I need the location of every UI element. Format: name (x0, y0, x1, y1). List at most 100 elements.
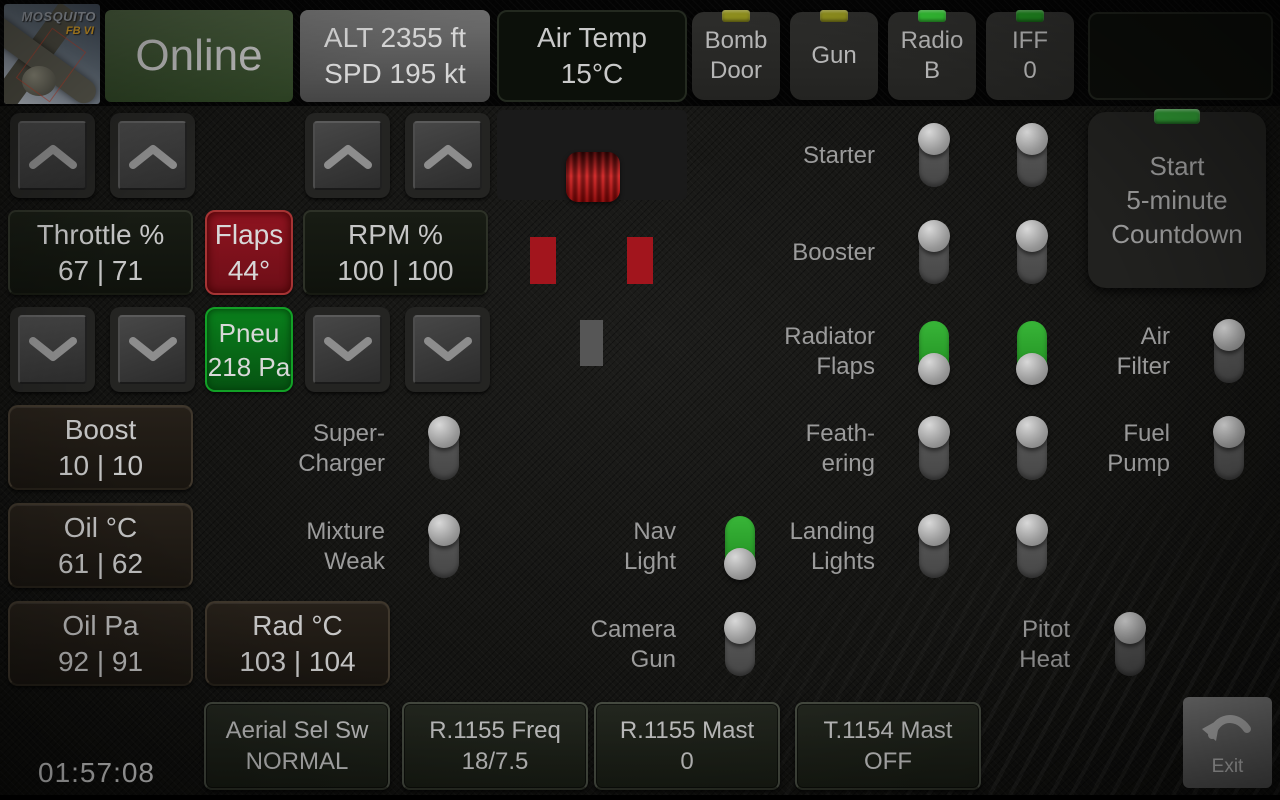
radiator-flaps-label: RadiatorFlaps (675, 322, 875, 382)
switch-knob (1114, 612, 1146, 644)
gun-indicator-light (820, 10, 848, 22)
t1154-mast-button[interactable]: T.1154 Mast OFF (795, 702, 981, 790)
oil-pressure-display[interactable]: Oil Pa 92 | 91 (8, 601, 193, 686)
spare-display-panel (1088, 12, 1273, 100)
starter-stbd-switch[interactable] (1017, 125, 1047, 187)
landing-lights-stbd-switch[interactable] (1017, 516, 1047, 578)
booster-stbd-switch[interactable] (1017, 222, 1047, 284)
switch-knob (918, 514, 950, 546)
air-filter-switch[interactable] (1214, 321, 1244, 383)
rpm-port-up-button[interactable] (305, 113, 390, 198)
gun-label: Gun (811, 41, 856, 71)
radio-button[interactable]: Radio B (888, 12, 976, 100)
booster-port-switch[interactable] (919, 222, 949, 284)
oil-temp-label: Oil °C (64, 510, 137, 546)
oil-temp-value: 61 | 62 (58, 546, 143, 582)
pitot-heat-label: PitotHeat (870, 615, 1070, 675)
rpm-stbd-up-button[interactable] (405, 113, 490, 198)
air-filter-label: AirFilter (970, 322, 1170, 382)
air-temp-label: Air Temp (537, 20, 647, 56)
radiator-flaps-stbd-switch[interactable] (1017, 321, 1047, 383)
boost-display[interactable]: Boost 10 | 10 (8, 405, 193, 490)
r1155-freq-button[interactable]: R.1155 Freq 18/7.5 (402, 702, 588, 790)
radio-label: Radio (901, 26, 964, 56)
pneu-label: Pneu (219, 316, 280, 350)
chevron-down-icon (313, 315, 382, 384)
chevron-down-icon (18, 315, 87, 384)
camera-gun-label: CameraGun (476, 615, 676, 675)
throttle-stbd-down-button[interactable] (110, 307, 195, 392)
online-status-button[interactable]: Online (105, 10, 293, 102)
stbd-warning-bar (627, 237, 653, 284)
air-temp-value: 15°C (561, 56, 624, 92)
exit-button[interactable]: Exit (1183, 697, 1272, 788)
radiator-temp-label: Rad °C (252, 608, 343, 644)
iff-button[interactable]: IFF 0 (986, 12, 1074, 100)
oil-temp-display[interactable]: Oil °C 61 | 62 (8, 503, 193, 588)
start-countdown-button[interactable]: Start 5-minute Countdown (1088, 112, 1266, 288)
online-label: Online (135, 31, 262, 81)
switch-knob (724, 548, 756, 580)
undo-arrow-icon (1200, 707, 1256, 752)
camera-gun-switch[interactable] (725, 614, 755, 676)
t1154-mast-value: OFF (864, 746, 912, 777)
rpm-port-down-button[interactable] (305, 307, 390, 392)
radiator-temp-display[interactable]: Rad °C 103 | 104 (205, 601, 390, 686)
exit-label: Exit (1212, 756, 1244, 778)
pneu-value: 218 Pa (208, 350, 290, 384)
speed-value: SPD 195 kt (324, 56, 466, 92)
landing-lights-label: LandingLights (675, 517, 875, 577)
switch-knob (1213, 416, 1245, 448)
feathering-stbd-switch[interactable] (1017, 418, 1047, 480)
rpm-value: 100 | 100 (337, 253, 453, 289)
countdown-line3: Countdown (1111, 217, 1243, 251)
supercharger-switch[interactable] (429, 418, 459, 480)
throttle-stbd-up-button[interactable] (110, 113, 195, 198)
mixture-switch[interactable] (429, 516, 459, 578)
gun-button[interactable]: Gun (790, 12, 878, 100)
feathering-port-switch[interactable] (919, 418, 949, 480)
switch-knob (724, 612, 756, 644)
landing-lights-port-switch[interactable] (919, 516, 949, 578)
switch-knob (1016, 353, 1048, 385)
air-temp-display[interactable]: Air Temp 15°C (497, 10, 687, 102)
alt-spd-display[interactable]: ALT 2355 ft SPD 195 kt (300, 10, 490, 102)
throttle-display[interactable]: Throttle % 67 | 71 (8, 210, 193, 295)
cockpit-panel-app: MOSQUITO FB VI Online ALT 2355 ft SPD 19… (0, 0, 1280, 800)
iff-value: 0 (1023, 56, 1036, 86)
booster-label: Booster (675, 238, 875, 268)
rpm-display[interactable]: RPM % 100 | 100 (303, 210, 488, 295)
aerial-label: Aerial Sel Sw (226, 715, 369, 746)
rpm-stbd-down-button[interactable] (405, 307, 490, 392)
throttle-port-up-button[interactable] (10, 113, 95, 198)
r1155-mast-value: 0 (680, 746, 693, 777)
chevron-up-icon (313, 121, 382, 190)
oil-pressure-value: 92 | 91 (58, 644, 143, 680)
bomb-door-button[interactable]: Bomb Door (692, 12, 780, 100)
throttle-port-down-button[interactable] (10, 307, 95, 392)
neutral-indicator-bar (580, 320, 603, 366)
switch-knob (1016, 220, 1048, 252)
r1155-mast-label: R.1155 Mast (620, 715, 754, 746)
bottom-edge (0, 795, 1280, 800)
altitude-value: ALT 2355 ft (324, 20, 466, 56)
starter-port-switch[interactable] (919, 125, 949, 187)
switch-knob (918, 416, 950, 448)
chevron-up-icon (413, 121, 482, 190)
switch-knob (1016, 123, 1048, 155)
flaps-display[interactable]: Flaps 44° (205, 210, 293, 295)
boost-label: Boost (65, 412, 137, 448)
pneumatic-pressure-display[interactable]: Pneu 218 Pa (205, 307, 293, 392)
logo-title: MOSQUITO (21, 9, 96, 24)
fuel-pump-switch[interactable] (1214, 418, 1244, 480)
nav-light-switch[interactable] (725, 516, 755, 578)
chevron-down-icon (413, 315, 482, 384)
radiator-flaps-port-switch[interactable] (919, 321, 949, 383)
aerial-selector-button[interactable]: Aerial Sel Sw NORMAL (204, 702, 390, 790)
countdown-line2: 5-minute (1126, 183, 1227, 217)
r1155-mast-button[interactable]: R.1155 Mast 0 (594, 702, 780, 790)
t1154-mast-label: T.1154 Mast (824, 715, 953, 746)
rpm-label: RPM % (348, 217, 443, 253)
chevron-down-icon (118, 315, 187, 384)
pitot-heat-switch[interactable] (1115, 614, 1145, 676)
